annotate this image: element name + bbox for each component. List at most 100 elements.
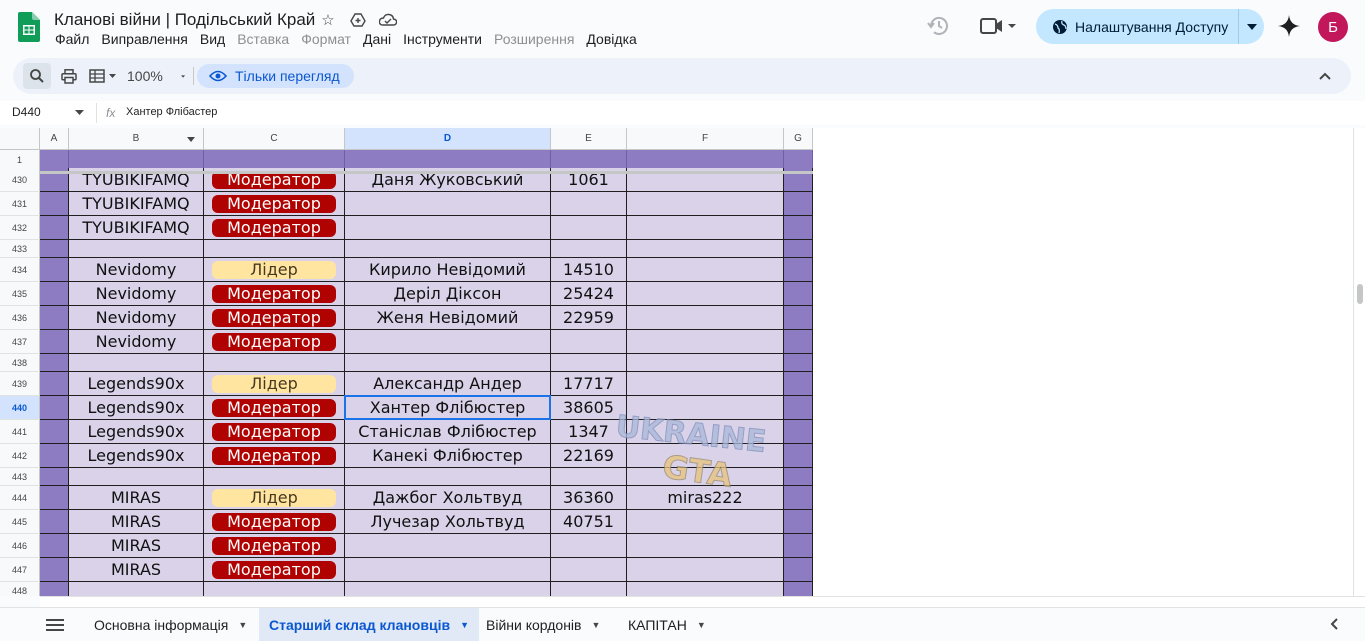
cell-id[interactable] (551, 216, 627, 240)
cell-role[interactable]: Модератор (204, 282, 345, 306)
cell-id[interactable] (551, 558, 627, 582)
version-history-icon[interactable] (927, 14, 951, 38)
sheet-tab[interactable]: КАПІТАН ▼ (618, 608, 716, 641)
cell-role[interactable]: Модератор (204, 444, 345, 468)
star-icon[interactable]: ☆ (318, 10, 338, 30)
border-cell[interactable] (784, 444, 813, 468)
cell-name[interactable] (345, 354, 551, 372)
cell-name[interactable] (345, 192, 551, 216)
cell-clan[interactable]: Nevidomy (69, 282, 204, 306)
cell-id[interactable] (551, 534, 627, 558)
caret-down-icon[interactable]: ▼ (697, 620, 706, 630)
view-only-chip[interactable]: Тільки перегляд (197, 64, 354, 88)
all-sheets-menu-icon[interactable] (44, 616, 66, 634)
border-cell[interactable] (784, 216, 813, 240)
menu-item[interactable]: Дані (357, 31, 397, 47)
cell-clan[interactable] (69, 354, 204, 372)
cell-role[interactable]: Модератор (204, 396, 345, 420)
cell-name[interactable]: Кирило Невідомий (345, 258, 551, 282)
share-dropdown[interactable] (1239, 9, 1264, 44)
cell-id[interactable]: 40751 (551, 510, 627, 534)
vertical-scroll-thumb[interactable] (1357, 284, 1363, 304)
meet-video-icon[interactable] (978, 14, 1018, 38)
border-cell[interactable] (784, 534, 813, 558)
cell-name[interactable] (345, 534, 551, 558)
border-cell[interactable] (784, 354, 813, 372)
cell-role[interactable]: Лідер (204, 372, 345, 396)
cell-name[interactable]: Лучезар Хольтвуд (345, 510, 551, 534)
border-cell[interactable] (40, 258, 69, 282)
border-cell[interactable] (784, 330, 813, 354)
border-cell[interactable] (40, 330, 69, 354)
sheet-tab[interactable]: Війни кордонів ▼ (476, 608, 610, 641)
menu-item[interactable]: Файл (49, 31, 95, 47)
cell-clan[interactable]: MIRAS (69, 534, 204, 558)
cell-clan[interactable]: Legends90x (69, 396, 204, 420)
border-cell[interactable] (784, 240, 813, 258)
cell-name[interactable] (345, 240, 551, 258)
border-cell[interactable] (40, 420, 69, 444)
cell-clan[interactable] (69, 582, 204, 596)
border-cell[interactable] (40, 582, 69, 596)
border-cell[interactable] (40, 240, 69, 258)
cell-extra[interactable] (627, 330, 784, 354)
caret-down-icon[interactable]: ▼ (238, 620, 247, 630)
cell-extra[interactable] (627, 192, 784, 216)
column-header[interactable]: D (345, 128, 551, 150)
border-cell[interactable] (40, 534, 69, 558)
row-header[interactable]: 431 (0, 192, 40, 216)
cell-name[interactable]: Деріл Діксон (345, 282, 551, 306)
cell-role[interactable]: Лідер (204, 486, 345, 510)
cell-name[interactable] (345, 216, 551, 240)
caret-down-icon[interactable]: ▼ (591, 620, 600, 630)
share-main[interactable]: Налаштування Доступу (1036, 9, 1240, 44)
cell-extra[interactable] (627, 240, 784, 258)
row-header[interactable]: 433 (0, 240, 40, 258)
cell-role[interactable]: Модератор (204, 510, 345, 534)
row-header[interactable]: 440 (0, 396, 40, 420)
zoom-select[interactable]: 100% (127, 58, 185, 94)
cell-id[interactable] (551, 192, 627, 216)
cell-extra[interactable] (627, 282, 784, 306)
menu-item[interactable]: Формат (295, 31, 357, 47)
row-header[interactable]: 443 (0, 468, 40, 486)
border-cell[interactable] (784, 582, 813, 596)
cell-clan[interactable]: TYUBIKIFAMQ (69, 216, 204, 240)
formula-input[interactable]: Хантер Флібастер (126, 106, 217, 118)
cell-role[interactable]: Модератор (204, 192, 345, 216)
border-cell[interactable] (784, 486, 813, 510)
column-header[interactable]: C (204, 128, 345, 150)
cell-clan[interactable]: Legends90x (69, 372, 204, 396)
border-cell[interactable] (40, 396, 69, 420)
filter-caret-icon[interactable] (187, 137, 195, 142)
search-menus-button[interactable] (23, 63, 51, 89)
menu-item[interactable]: Інструменти (397, 31, 488, 47)
cell-role[interactable]: Модератор (204, 558, 345, 582)
cell-id[interactable] (551, 240, 627, 258)
border-cell[interactable] (40, 372, 69, 396)
move-to-drive-icon[interactable] (348, 10, 368, 30)
cell-name[interactable] (345, 582, 551, 596)
active-cell-selection[interactable] (344, 395, 551, 420)
row-header[interactable]: 439 (0, 372, 40, 396)
border-cell[interactable] (40, 216, 69, 240)
cell-role[interactable]: Модератор (204, 420, 345, 444)
cell-name[interactable]: Канекі Флібюстер (345, 444, 551, 468)
border-cell[interactable] (784, 396, 813, 420)
cell-clan[interactable]: Legends90x (69, 420, 204, 444)
cell-extra[interactable] (627, 534, 784, 558)
cell-name[interactable] (345, 558, 551, 582)
column-header[interactable]: B (69, 128, 204, 150)
border-cell[interactable] (40, 510, 69, 534)
cell-role[interactable] (204, 468, 345, 486)
cell-role[interactable] (204, 354, 345, 372)
column-header[interactable]: E (551, 128, 627, 150)
print-button[interactable] (57, 58, 81, 94)
cell-extra[interactable] (627, 216, 784, 240)
row-header[interactable]: 432 (0, 216, 40, 240)
border-cell[interactable] (784, 282, 813, 306)
cell-id[interactable]: 14510 (551, 258, 627, 282)
cell-clan[interactable]: Nevidomy (69, 306, 204, 330)
row-header[interactable]: 434 (0, 258, 40, 282)
cell-clan[interactable]: TYUBIKIFAMQ (69, 192, 204, 216)
